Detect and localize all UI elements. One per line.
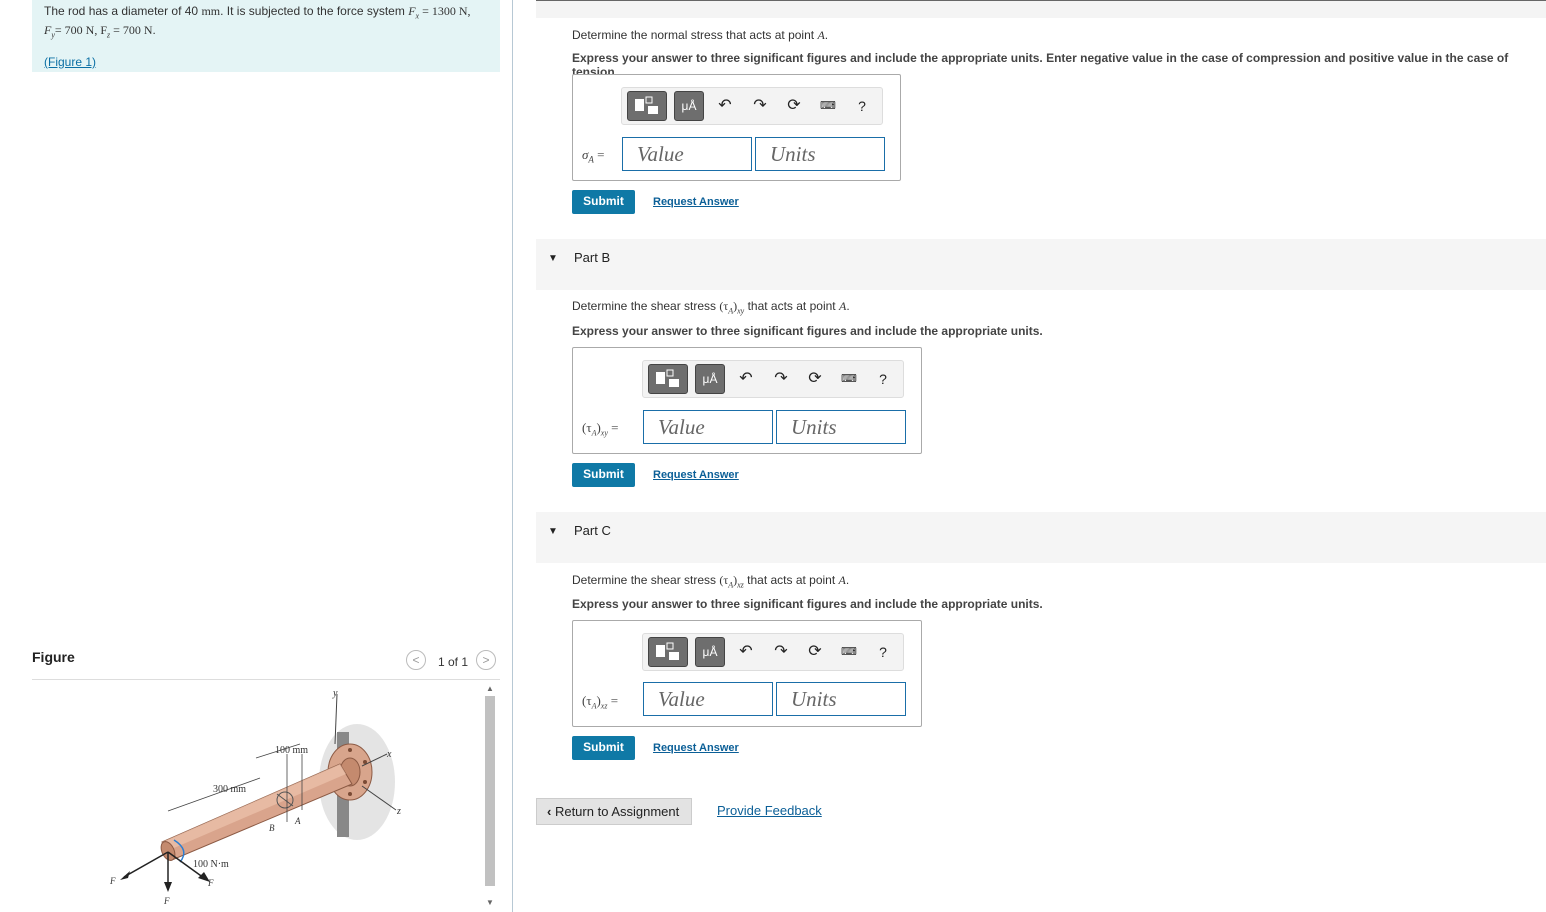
left-panel: The rod has a diameter of 40 mm. It is s… — [0, 0, 512, 912]
undo-icon[interactable]: ↶ — [715, 96, 735, 116]
part-b-header[interactable]: ▼ Part B — [536, 239, 1546, 290]
part-c-header[interactable]: ▼ Part C — [536, 512, 1546, 563]
reset-icon[interactable]: ⟳ — [784, 96, 804, 116]
y-axis-label: y — [332, 688, 338, 699]
part-a-submit-button[interactable]: Submit — [572, 190, 635, 214]
fy-label: F — [163, 896, 170, 906]
chevron-left-icon[interactable]: < — [406, 650, 426, 670]
panel-divider[interactable] — [512, 0, 513, 912]
moment-label: 100 N·m — [193, 859, 229, 870]
fz-label: F — [207, 878, 214, 888]
scroll-up-icon[interactable]: ▲ — [486, 684, 494, 693]
chevron-left-icon: ‹ — [547, 804, 555, 819]
return-to-assignment-button[interactable]: ‹ Return to Assignment — [536, 798, 692, 825]
point-b-label: B — [269, 823, 275, 833]
x-axis-label: x — [386, 749, 392, 760]
part-c-answer-box: μÅ ↶ ↷ ⟳ ⌨ ? (τA)xz = Value Units — [572, 620, 922, 727]
part-c-value-input[interactable]: Value — [643, 682, 773, 716]
part-a-request-answer-link[interactable]: Request Answer — [653, 196, 739, 208]
figure-image: y x z 100 mm 300 mm 100 N·m B A F F F — [32, 682, 500, 912]
figure-counter: 1 of 1 — [438, 655, 469, 669]
part-b-label: (τA)xy = — [582, 420, 619, 438]
figure-title: Figure — [32, 649, 75, 665]
reset-icon[interactable]: ⟳ — [805, 642, 825, 662]
fx-label: F — [109, 876, 116, 886]
dim-300-label: 300 mm — [213, 784, 246, 795]
figure-scrollbar[interactable]: ▲ ▼ — [484, 684, 496, 912]
keyboard-icon[interactable]: ⌨ — [818, 96, 838, 116]
part-c-label: (τA)xz = — [582, 693, 619, 711]
part-a-question: Determine the normal stress that acts at… — [572, 28, 829, 42]
part-b-value-input[interactable]: Value — [643, 410, 773, 444]
scroll-down-icon[interactable]: ▼ — [486, 898, 494, 907]
provide-feedback-link[interactable]: Provide Feedback — [717, 803, 822, 818]
help-button[interactable]: ? — [852, 96, 872, 116]
help-button[interactable]: ? — [873, 369, 893, 389]
undo-icon[interactable]: ↶ — [736, 369, 756, 389]
units-button[interactable]: μÅ — [695, 637, 725, 667]
collapse-arrow-icon[interactable]: ▼ — [548, 526, 558, 537]
units-button[interactable]: μÅ — [695, 364, 725, 394]
part-b-request-answer-link[interactable]: Request Answer — [653, 469, 739, 481]
part-c-units-input[interactable]: Units — [776, 682, 906, 716]
figure-link[interactable]: (Figure 1) — [44, 55, 96, 69]
part-b-answer-box: μÅ ↶ ↷ ⟳ ⌨ ? (τA)xy = Value Units — [572, 347, 922, 454]
part-b-toolbar: μÅ ↶ ↷ ⟳ ⌨ ? — [642, 360, 904, 398]
part-c-instructions: Express your answer to three significant… — [572, 597, 1043, 611]
part-a-header-bar — [536, 0, 1546, 18]
help-button[interactable]: ? — [873, 642, 893, 662]
collapse-arrow-icon[interactable]: ▼ — [548, 253, 558, 264]
part-c-title: Part C — [574, 523, 611, 538]
part-a-answer-box: μÅ ↶ ↷ ⟳ ⌨ ? σA = Value Units — [572, 74, 901, 181]
scroll-thumb[interactable] — [485, 696, 495, 886]
part-c-toolbar: μÅ ↶ ↷ ⟳ ⌨ ? — [642, 633, 904, 671]
template-icon[interactable] — [648, 637, 688, 667]
keyboard-icon[interactable]: ⌨ — [839, 642, 859, 662]
keyboard-icon[interactable]: ⌨ — [839, 369, 859, 389]
template-icon[interactable] — [648, 364, 688, 394]
part-b-units-input[interactable]: Units — [776, 410, 906, 444]
rod-diagram: y x z 100 mm 300 mm 100 N·m B A F F F — [109, 688, 401, 906]
point-a-label: A — [294, 816, 301, 826]
reset-icon[interactable]: ⟳ — [805, 369, 825, 389]
part-b-title: Part B — [574, 250, 611, 265]
problem-line-1: The rod has a diameter of 40 mm. It is s… — [44, 4, 471, 21]
redo-icon[interactable]: ↷ — [771, 642, 791, 662]
part-a-label: σA = — [582, 147, 605, 165]
part-c-question: Determine the shear stress (τA)xz that a… — [572, 573, 850, 590]
part-b-instructions: Express your answer to three significant… — [572, 324, 1043, 338]
z-axis-label: z — [396, 806, 401, 817]
redo-icon[interactable]: ↷ — [771, 369, 791, 389]
part-b-submit-button[interactable]: Submit — [572, 463, 635, 487]
template-icon[interactable] — [627, 91, 667, 121]
chevron-right-icon[interactable]: > — [476, 650, 496, 670]
problem-statement: The rod has a diameter of 40 mm. It is s… — [32, 0, 500, 72]
figure-header: Figure < 1 of 1 > — [32, 648, 500, 680]
dim-100-label: 100 mm — [275, 745, 308, 756]
problem-line-2: Fy= 700 N, Fz = 700 N. — [44, 23, 156, 40]
part-b-question: Determine the shear stress (τA)xy that a… — [572, 299, 850, 316]
part-c-submit-button[interactable]: Submit — [572, 736, 635, 760]
part-a-value-input[interactable]: Value — [622, 137, 752, 171]
part-a-toolbar: μÅ ↶ ↷ ⟳ ⌨ ? — [621, 87, 883, 125]
redo-icon[interactable]: ↷ — [750, 96, 770, 116]
units-button[interactable]: μÅ — [674, 91, 704, 121]
part-c-request-answer-link[interactable]: Request Answer — [653, 742, 739, 754]
fx-arrow — [123, 851, 169, 878]
part-a-units-input[interactable]: Units — [755, 137, 885, 171]
undo-icon[interactable]: ↶ — [736, 642, 756, 662]
